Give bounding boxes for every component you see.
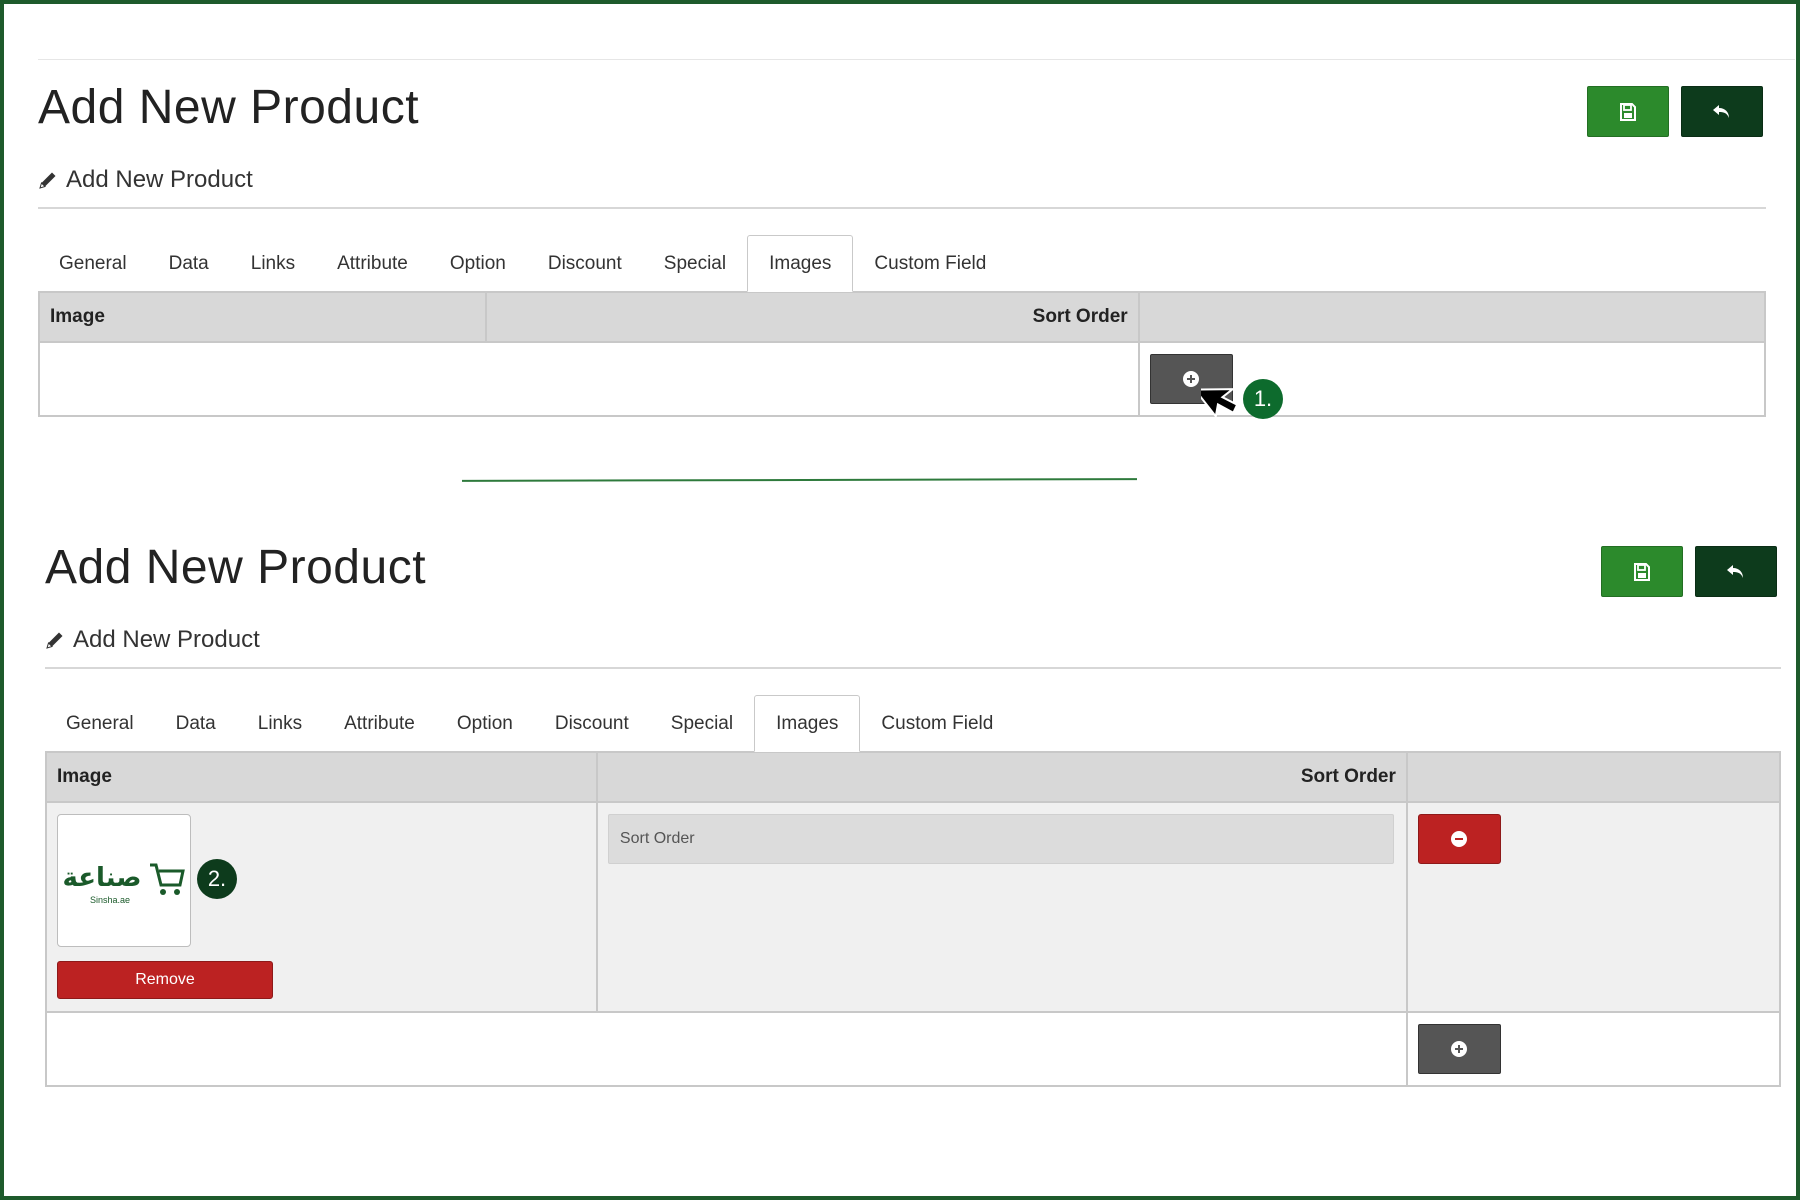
pencil-icon <box>46 632 63 649</box>
tab-links[interactable]: Links <box>237 695 323 752</box>
top-rule <box>38 59 1795 60</box>
step-badge-2: 2. <box>197 859 237 899</box>
minus-circle-icon <box>1451 831 1468 847</box>
product-logo: صناعة Sinsha.ae <box>62 863 185 905</box>
column-header-actions <box>1405 751 1782 803</box>
page-title: Add New Product <box>38 81 420 134</box>
tab-data[interactable]: Data <box>148 235 230 292</box>
tab-general[interactable]: General <box>45 695 155 752</box>
tab-bar: General Data Links Attribute Option Disc… <box>38 235 1007 292</box>
reply-arrow-icon <box>1713 104 1729 118</box>
plus-circle-icon <box>1183 371 1200 387</box>
tab-links[interactable]: Links <box>230 235 316 292</box>
add-image-button[interactable] <box>1417 1024 1501 1074</box>
page-title: Add New Product <box>45 541 427 594</box>
images-table: Image Sort Order <box>37 291 1767 417</box>
tab-custom-field[interactable]: Custom Field <box>860 695 1014 752</box>
floppy-disk-icon <box>1620 102 1636 121</box>
image-cell: صناعة Sinsha.ae 2. Remove <box>45 801 598 1013</box>
pencil-icon <box>39 172 56 189</box>
empty-cell <box>38 341 1140 417</box>
step-badge-1: 1. <box>1243 379 1283 419</box>
save-button[interactable] <box>1587 86 1669 137</box>
tab-discount[interactable]: Discount <box>527 235 643 292</box>
empty-cell <box>45 1011 1408 1087</box>
section-divider <box>461 478 1138 482</box>
shopping-cart-icon <box>150 863 185 895</box>
column-header-image: Image <box>37 291 488 343</box>
floppy-disk-icon <box>1634 562 1650 581</box>
save-button[interactable] <box>1601 546 1683 597</box>
column-header-sort-order: Sort Order <box>595 751 1408 803</box>
tab-special[interactable]: Special <box>650 695 754 752</box>
heading-rule <box>38 207 1766 209</box>
tab-attribute[interactable]: Attribute <box>316 235 429 292</box>
row-action-cell <box>1405 801 1782 1013</box>
section-heading-label: Add New Product <box>73 626 260 653</box>
action-cell <box>1405 1011 1782 1087</box>
remove-image-button[interactable]: Remove <box>57 961 273 999</box>
table-row: صناعة Sinsha.ae 2. Remove <box>45 801 1782 1013</box>
remove-row-button[interactable] <box>1417 814 1501 864</box>
tab-bar: General Data Links Attribute Option Disc… <box>45 695 1014 752</box>
column-header-sort-order: Sort Order <box>485 291 1140 343</box>
heading-rule <box>45 667 1781 669</box>
sort-order-input[interactable] <box>607 814 1394 864</box>
section-heading-label: Add New Product <box>66 166 253 193</box>
tab-general[interactable]: General <box>38 235 148 292</box>
section-heading: Add New Product <box>45 626 260 654</box>
tab-attribute[interactable]: Attribute <box>323 695 436 752</box>
back-button[interactable] <box>1695 546 1777 597</box>
logo-arabic-text: صناعة <box>62 863 141 893</box>
tab-discount[interactable]: Discount <box>534 695 650 752</box>
column-header-actions <box>1137 291 1767 343</box>
tab-option[interactable]: Option <box>429 235 527 292</box>
tab-images[interactable]: Images <box>754 695 861 752</box>
tab-data[interactable]: Data <box>155 695 237 752</box>
column-header-image: Image <box>45 751 598 803</box>
images-table: Image Sort Order صناعة Sinsha.ae 2. Remo… <box>45 751 1782 1087</box>
tab-option[interactable]: Option <box>436 695 534 752</box>
back-button[interactable] <box>1681 86 1763 137</box>
plus-circle-icon <box>1451 1041 1468 1057</box>
tab-special[interactable]: Special <box>643 235 747 292</box>
tab-images[interactable]: Images <box>747 235 854 292</box>
product-image-thumbnail[interactable]: صناعة Sinsha.ae <box>57 814 191 947</box>
reply-arrow-icon <box>1727 564 1743 578</box>
section-heading: Add New Product <box>38 166 253 194</box>
logo-caption: Sinsha.ae <box>90 895 130 905</box>
sort-order-cell <box>595 801 1408 1013</box>
tab-custom-field[interactable]: Custom Field <box>853 235 1007 292</box>
